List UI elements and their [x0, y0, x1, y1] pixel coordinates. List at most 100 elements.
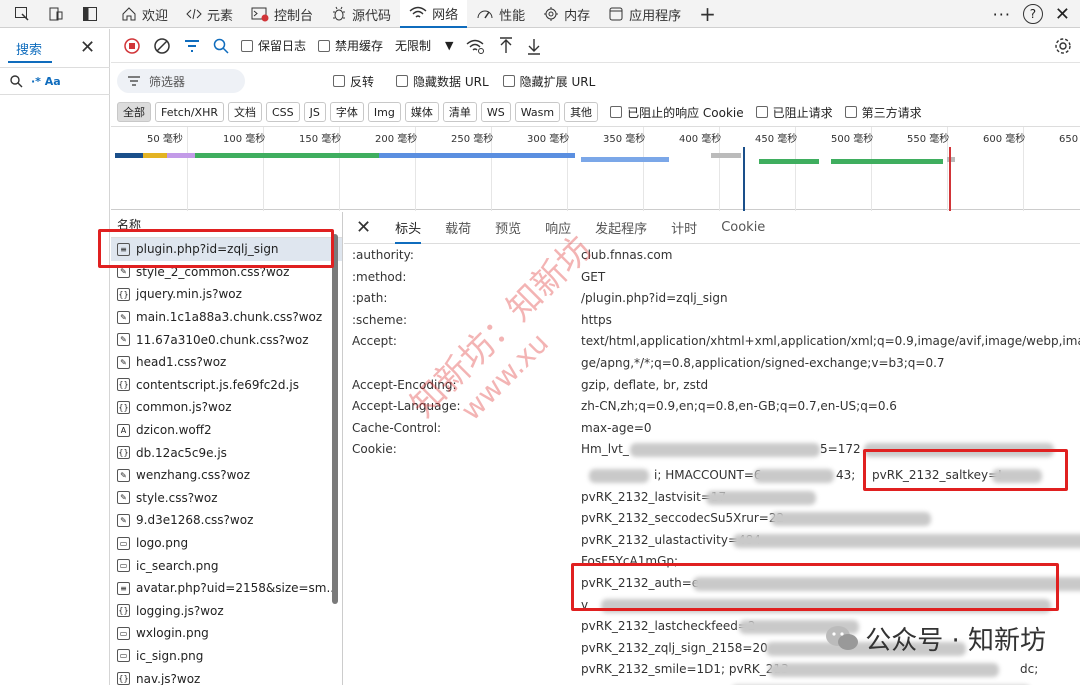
type-checkbox[interactable]: 已阻止请求 — [755, 104, 833, 121]
hide-data-url-checkbox[interactable]: 隐藏数据 URL — [396, 73, 489, 90]
type-chip[interactable]: Wasm — [514, 102, 561, 122]
checkbox[interactable] — [241, 39, 253, 52]
inspect-icon[interactable] — [12, 4, 32, 24]
type-checkbox[interactable]: 第三方请求 — [844, 104, 922, 121]
hide-data-url-label: 隐藏数据 URL — [413, 74, 489, 89]
request-row[interactable]: ▭ ic_search.png — [111, 554, 342, 577]
record-icon — [124, 37, 140, 54]
type-chip[interactable]: 文档 — [227, 102, 262, 122]
request-row[interactable]: ≡ avatar.php?uid=2158&size=sm... — [111, 577, 342, 600]
request-row[interactable]: ▭ logo.png — [111, 532, 342, 555]
checkbox[interactable] — [755, 106, 768, 118]
checkbox[interactable] — [396, 75, 409, 87]
request-row[interactable]: {} jquery.min.js?woz — [111, 283, 342, 306]
header-value: /plugin.php?id=zqlj_sign — [581, 291, 728, 306]
add-tab-button[interactable]: + — [690, 0, 725, 28]
tab-network[interactable]: 网络 — [400, 0, 468, 28]
checkbox[interactable] — [318, 39, 331, 52]
request-name: style.css?woz — [136, 490, 218, 505]
request-name: wenzhang.css?woz — [136, 468, 251, 483]
export-har-button[interactable] — [526, 37, 542, 55]
request-row[interactable]: ▭ wxlogin.png — [111, 622, 342, 645]
grid-line — [187, 127, 188, 211]
tab-welcome[interactable]: 欢迎 — [112, 0, 177, 28]
close-details-icon[interactable]: ✕ — [356, 217, 371, 238]
timeline-bar — [711, 153, 741, 158]
request-name: ic_sign.png — [136, 648, 204, 663]
filter-row: 筛选器 反转 隐藏数据 URL 隐藏扩展 URL — [111, 65, 1080, 97]
type-chip[interactable]: JS — [303, 102, 326, 122]
search-options[interactable]: ·* Aa — [31, 75, 61, 88]
request-row[interactable]: ✎ 9.d3e1268.css?woz — [111, 509, 342, 532]
cookie-fragment: 5=172 — [820, 442, 861, 457]
checkbox[interactable] — [844, 106, 857, 118]
time-tick: 400 毫秒 — [679, 134, 722, 145]
tab-memory[interactable]: 内存 — [534, 0, 599, 28]
search-button[interactable] — [213, 38, 229, 54]
filter-input[interactable]: 筛选器 — [117, 69, 245, 93]
checkbox[interactable] — [502, 75, 515, 87]
request-row[interactable]: Adzicon.woff2 — [111, 419, 342, 442]
throttle-select[interactable]: 无限制 ▼ — [395, 37, 453, 54]
close-search-icon[interactable]: ✕ — [80, 37, 95, 58]
cookie-line: pvRK_2132_smile=1D1; pvRK_213 — [581, 662, 789, 677]
close-devtools-icon[interactable]: ✕ — [1055, 4, 1070, 25]
details-tab[interactable]: 计时 — [671, 218, 697, 237]
details-tab[interactable]: 标头 — [395, 218, 422, 244]
type-chip[interactable]: 清单 — [442, 102, 477, 122]
details-tab[interactable]: Cookie — [721, 220, 765, 235]
type-chip[interactable]: WS — [480, 102, 511, 122]
search-input[interactable]: ·* Aa — [0, 67, 110, 95]
type-chip[interactable]: 媒体 — [404, 102, 439, 122]
request-row[interactable]: ✎ main.1c1a88a3.chunk.css?woz — [111, 306, 342, 329]
type-chip[interactable]: 全部 — [117, 102, 151, 122]
help-icon[interactable]: ? — [1022, 4, 1043, 24]
settings-button[interactable] — [1054, 37, 1072, 58]
more-options-icon[interactable]: ··· — [993, 5, 1011, 24]
redacted-text — [630, 443, 820, 458]
request-row[interactable]: ✎ 11.67a310e0.chunk.css?woz — [111, 328, 342, 351]
details-tab[interactable]: 预览 — [495, 218, 521, 237]
request-row[interactable]: ✎ head1.css?woz — [111, 351, 342, 374]
tab-application[interactable]: 应用程序 — [599, 0, 690, 28]
request-row[interactable]: {} logging.js?woz — [111, 600, 342, 623]
type-chip[interactable]: Fetch/XHR — [155, 102, 224, 122]
hide-extension-url-checkbox[interactable]: 隐藏扩展 URL — [502, 73, 595, 90]
filter-toggle-button[interactable] — [183, 37, 201, 55]
checkbox[interactable] — [333, 75, 345, 87]
record-button[interactable] — [123, 37, 141, 55]
request-row[interactable]: ✎ wenzhang.css?woz — [111, 464, 342, 487]
tab-performance[interactable]: 性能 — [467, 0, 534, 28]
type-chip[interactable]: CSS — [265, 102, 300, 122]
tab-label: 欢迎 — [142, 8, 169, 24]
type-chip[interactable]: 字体 — [329, 102, 364, 122]
request-row[interactable]: {} common.js?woz — [111, 396, 342, 419]
disable-cache-checkbox[interactable]: 禁用缓存 — [318, 37, 383, 54]
dock-panel-icon[interactable] — [80, 4, 100, 24]
preserve-log-checkbox[interactable]: 保留日志 — [241, 37, 306, 54]
brand-text: 公众号 · 知新坊 — [865, 626, 1046, 656]
tab-sources[interactable]: 源代码 — [322, 0, 400, 28]
details-tab[interactable]: 载荷 — [445, 218, 471, 237]
clear-button[interactable] — [153, 37, 171, 55]
request-row[interactable]: ▭ ic_sign.png — [111, 645, 342, 668]
network-conditions-button[interactable] — [466, 37, 486, 55]
type-chip[interactable]: 其他 — [564, 102, 599, 122]
request-row[interactable]: {} contentscript.js.fe69fc2d.js — [111, 374, 342, 397]
request-row[interactable]: ✎ style.css?woz — [111, 487, 342, 510]
type-chip[interactable]: Img — [367, 102, 401, 122]
details-tab[interactable]: 发起程序 — [595, 218, 647, 237]
request-name: logging.js?woz — [136, 603, 224, 618]
tab-label: 内存 — [564, 8, 591, 24]
checkbox[interactable] — [610, 106, 623, 118]
tab-console[interactable]: 控制台 — [242, 0, 322, 28]
request-row[interactable]: {} nav.js?woz — [111, 667, 342, 685]
request-row[interactable]: {} db.12ac5c9e.js — [111, 441, 342, 464]
type-checkbox[interactable]: 已阻止的响应 Cookie — [610, 104, 744, 121]
device-toolbar-icon[interactable] — [46, 4, 66, 24]
tab-elements[interactable]: 元素 — [177, 0, 242, 28]
list-scrollbar[interactable] — [332, 234, 338, 604]
invert-checkbox[interactable]: 反转 — [333, 73, 374, 90]
filter-icon — [128, 76, 140, 86]
import-har-button[interactable] — [498, 36, 514, 55]
